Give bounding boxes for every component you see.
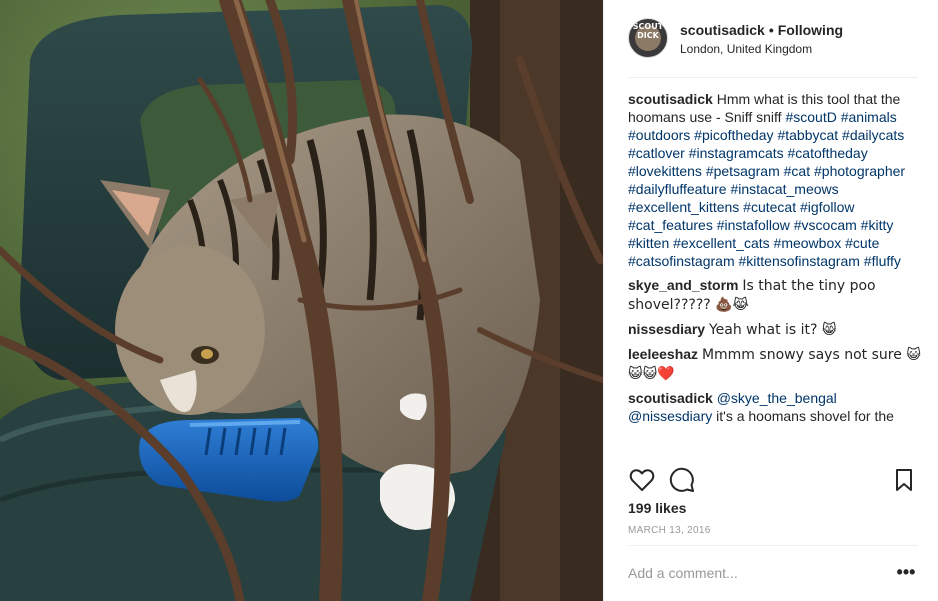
add-comment-input[interactable] [628, 558, 878, 588]
post-header: SCOUT DICK scoutisadick • Following London… [628, 16, 918, 78]
comment-username[interactable]: leeleeshaz [628, 346, 698, 362]
heart-icon [629, 469, 655, 491]
post-modal: SCOUT DICK scoutisadick • Following London… [0, 0, 938, 601]
comment-hashtags[interactable]: #scoutD #animals #outdoors #picoftheday … [628, 109, 905, 269]
comment-username[interactable]: scoutisadick [628, 91, 713, 107]
comment-item: scoutisadick @skye_the_bengal @nissesdia… [628, 389, 922, 425]
comment-username[interactable]: scoutisadick [628, 390, 713, 406]
avatar-logo-text: SCOUT DICK [632, 22, 664, 40]
likes-count[interactable]: 199 likes [628, 498, 686, 518]
post-date: MARCH 13, 2016 [628, 525, 711, 536]
comment-text: Yeah what is it? 😸 [708, 322, 837, 338]
cat-photo-illustration [0, 0, 603, 601]
comment-text: it's a hoomans shovel for the [712, 408, 894, 424]
comment-item: leeleeshaz Mmmm snowy says not sure 😺😺😺❤… [628, 345, 922, 383]
caption-comment: scoutisadick Hmm what is this tool that … [628, 90, 922, 270]
following-button[interactable]: Following [778, 22, 843, 38]
comment-button[interactable] [668, 466, 696, 494]
comment-username[interactable]: nissesdiary [628, 321, 705, 337]
add-comment-bar: ••• [628, 545, 918, 601]
action-bar [628, 464, 918, 496]
more-options-button[interactable]: ••• [894, 562, 918, 586]
bookmark-icon [896, 469, 912, 491]
header-top-line: scoutisadick • Following [680, 21, 843, 39]
post-side-panel: SCOUT DICK scoutisadick • Following London… [603, 0, 938, 601]
location-link[interactable]: London, United Kingdom [680, 41, 843, 57]
comments-list[interactable]: scoutisadick Hmm what is this tool that … [628, 90, 922, 454]
separator-dot: • [768, 22, 774, 38]
comment-username[interactable]: skye_and_storm [628, 277, 739, 293]
comment-bubble-icon [669, 467, 694, 492]
comment-item: skye_and_storm Is that the tiny poo shov… [628, 276, 922, 314]
header-info: scoutisadick • Following London, United Ki… [680, 16, 843, 77]
avatar[interactable]: SCOUT DICK [628, 18, 668, 58]
post-photo[interactable] [0, 0, 603, 601]
like-button[interactable] [628, 466, 656, 494]
save-button[interactable] [890, 466, 918, 494]
username-link[interactable]: scoutisadick [680, 22, 765, 38]
comment-item: nissesdiary Yeah what is it? 😸 [628, 320, 922, 339]
